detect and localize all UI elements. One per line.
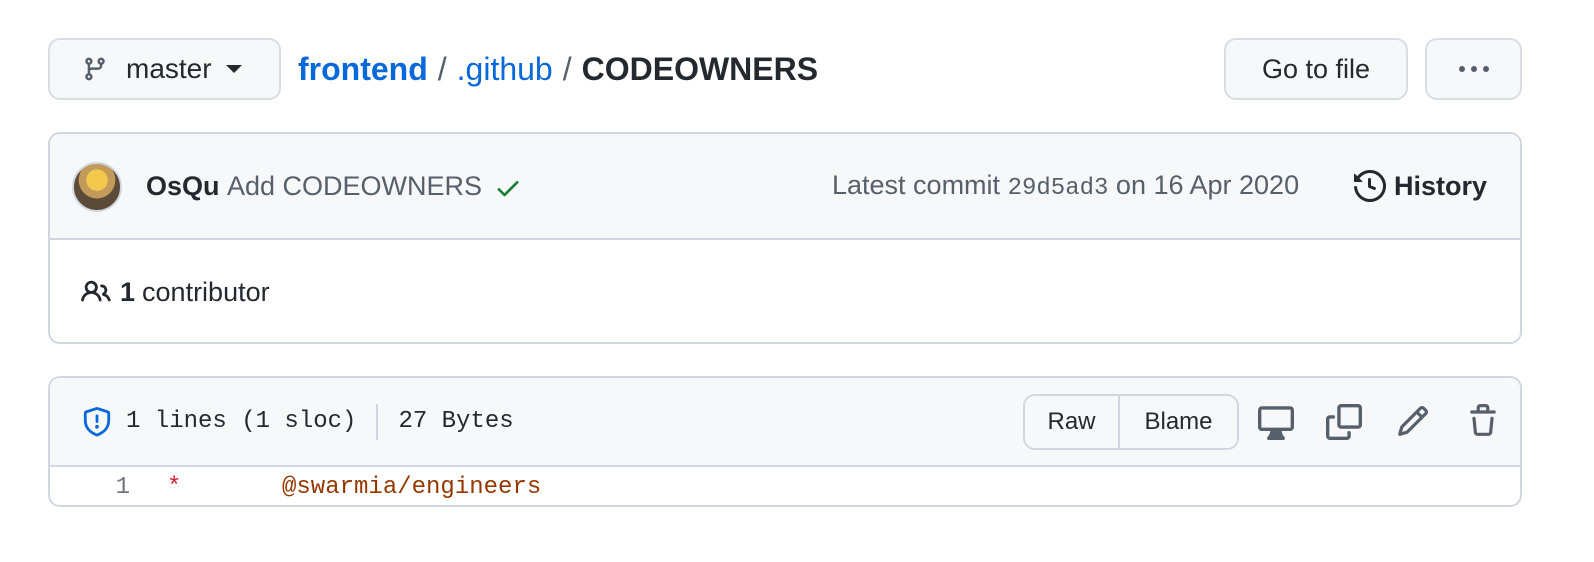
avatar[interactable] — [72, 162, 122, 212]
kebab-horizontal-icon — [1458, 66, 1489, 72]
commit-row: OsQu Add CODEOWNERS Latest commit 29d5ad… — [50, 134, 1520, 240]
file-size: 27 Bytes — [398, 408, 514, 435]
file-header: 1 lines (1 sloc) 27 Bytes Raw Blame — [50, 378, 1520, 467]
chevron-down-icon — [225, 65, 242, 73]
latest-commit-prefix: Latest commit — [832, 170, 1001, 200]
branch-select-button[interactable]: master — [48, 38, 281, 100]
blame-button[interactable]: Blame — [1120, 396, 1237, 448]
file-lines-info: 1 lines (1 sloc) — [126, 408, 357, 435]
divider — [376, 403, 379, 440]
history-label: History — [1394, 170, 1488, 201]
commit-date: on 16 Apr 2020 — [1115, 170, 1300, 200]
contributor-count: 1 — [120, 276, 136, 307]
line-number[interactable]: 1 — [50, 474, 130, 501]
history-icon — [1354, 170, 1386, 202]
breadcrumb: frontend / .github / CODEOWNERS — [298, 38, 818, 100]
shield-icon[interactable] — [82, 406, 112, 438]
breadcrumb-current-file: CODEOWNERS — [581, 50, 819, 87]
file-navigation: master frontend / .github / CODEOWNERS G… — [48, 38, 1522, 100]
breadcrumb-repo-link[interactable]: frontend — [298, 51, 428, 88]
git-branch-icon — [85, 57, 105, 81]
trash-icon[interactable] — [1466, 404, 1500, 438]
raw-blame-group: Raw Blame — [1023, 394, 1239, 450]
contributors-row[interactable]: 1 contributor — [50, 240, 1520, 342]
raw-button[interactable]: Raw — [1025, 396, 1120, 448]
check-icon[interactable] — [494, 174, 522, 202]
more-options-button[interactable] — [1425, 38, 1522, 100]
commit-sha-link[interactable]: 29d5ad3 — [1008, 175, 1109, 202]
commit-message-link[interactable]: Add CODEOWNERS — [227, 171, 482, 202]
breadcrumb-dir-link[interactable]: .github — [457, 51, 553, 88]
display-icon[interactable] — [1258, 404, 1294, 440]
branch-name: master — [126, 53, 212, 84]
history-link[interactable]: History — [1354, 170, 1487, 202]
contributor-label: contributor — [142, 276, 270, 307]
breadcrumb-separator: / — [437, 50, 447, 87]
go-to-file-button[interactable]: Go to file — [1224, 38, 1408, 100]
latest-commit-info: Latest commit 29d5ad3 on 16 Apr 2020 — [832, 170, 1299, 202]
commit-author-link[interactable]: OsQu — [146, 171, 220, 202]
code-pattern: * — [167, 473, 182, 501]
file-info: 1 lines (1 sloc) 27 Bytes — [82, 378, 514, 465]
code-line: 1 * @swarmia/engineers — [50, 467, 1520, 505]
latest-commit-box: OsQu Add CODEOWNERS Latest commit 29d5ad… — [48, 132, 1522, 344]
pencil-icon[interactable] — [1396, 404, 1430, 438]
people-icon — [81, 280, 111, 302]
file-viewer: 1 lines (1 sloc) 27 Bytes Raw Blame 1 * … — [48, 376, 1522, 507]
code-owner: @swarmia/engineers — [282, 473, 542, 501]
copy-icon[interactable] — [1326, 404, 1362, 440]
breadcrumb-separator: / — [562, 50, 572, 87]
